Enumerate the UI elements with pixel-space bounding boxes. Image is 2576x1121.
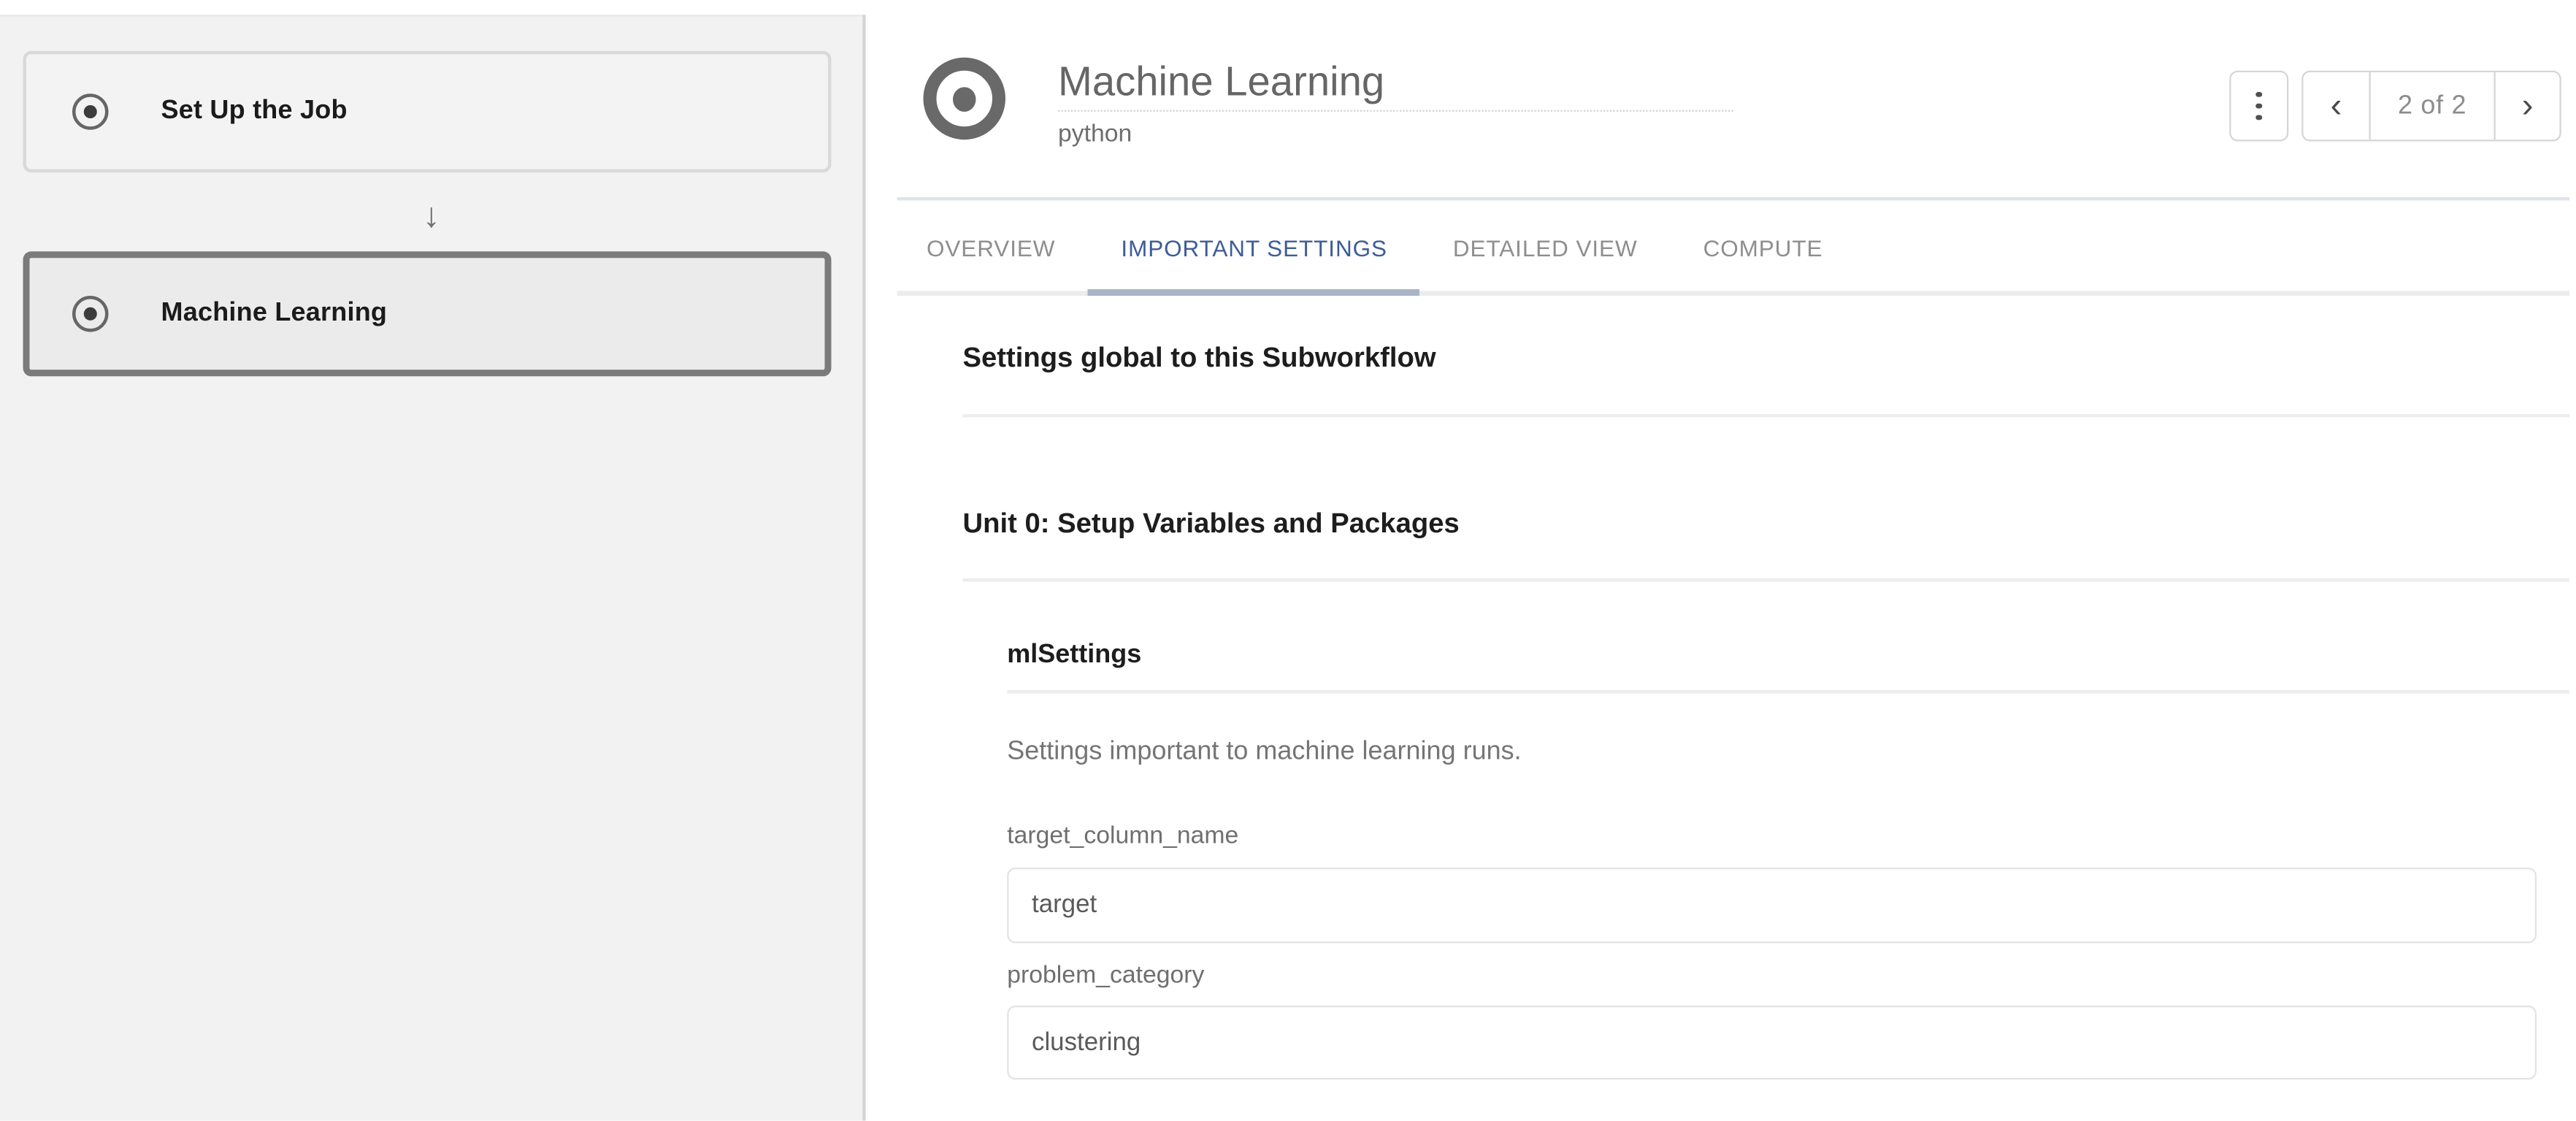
workflow-steps-sidebar: Set Up the Job ↓ Machine Learning — [0, 15, 862, 1120]
detail-tabs: OVERVIEW IMPORTANT SETTINGS DETAILED VIE… — [866, 199, 2576, 296]
subsection-divider — [1007, 690, 2569, 692]
radio-target-icon — [72, 296, 109, 332]
chevron-left-icon[interactable]: ‹ — [2304, 72, 2369, 139]
step-title[interactable]: Machine Learning — [1058, 59, 1384, 107]
chevron-right-icon[interactable]: › — [2494, 72, 2560, 139]
step-label: Machine Learning — [161, 299, 388, 329]
field-label-problem-category: problem_category — [1007, 961, 1204, 989]
bullseye-step-icon — [924, 58, 1006, 140]
radio-target-icon — [72, 93, 109, 130]
tab-overview[interactable]: OVERVIEW — [894, 199, 1088, 296]
title-edit-underline — [1058, 110, 1733, 112]
down-arrow-icon: ↓ — [0, 191, 862, 243]
kebab-menu-icon — [2256, 91, 2262, 97]
step-detail-pane: Machine Learning python ‹ 2 of 2 › OVERV… — [866, 0, 2576, 1121]
field-label-target-column-name: target_column_name — [1007, 822, 1238, 849]
mlsettings-heading: mlSettings — [1007, 641, 1141, 671]
tab-detailed-view[interactable]: DETAILED VIEW — [1420, 199, 1671, 296]
global-settings-heading: Settings global to this Subworkflow — [963, 342, 1436, 375]
mlsettings-description: Settings important to machine learning r… — [1007, 738, 1521, 768]
unit0-heading: Unit 0: Setup Variables and Packages — [963, 508, 1460, 540]
sidebar-step-machine-learning[interactable]: Machine Learning — [23, 251, 832, 376]
kebab-menu-button[interactable] — [2229, 71, 2288, 142]
step-language-subtitle: python — [1058, 120, 1132, 148]
sidebar-step-set-up-the-job[interactable]: Set Up the Job — [23, 51, 832, 173]
step-label: Set Up the Job — [161, 97, 348, 127]
tab-important-settings[interactable]: IMPORTANT SETTINGS — [1088, 199, 1420, 296]
section-divider — [963, 578, 2570, 581]
target-column-name-input[interactable] — [1007, 868, 2537, 944]
workflow-editor-window: Set Up the Job ↓ Machine Learning Machin… — [0, 0, 2576, 1121]
page-count-label: 2 of 2 — [2369, 72, 2494, 139]
tab-compute[interactable]: COMPUTE — [1671, 199, 1856, 296]
problem-category-input[interactable] — [1007, 1006, 2537, 1079]
step-pagination: ‹ 2 of 2 › — [2301, 71, 2561, 142]
section-divider — [963, 414, 2570, 416]
